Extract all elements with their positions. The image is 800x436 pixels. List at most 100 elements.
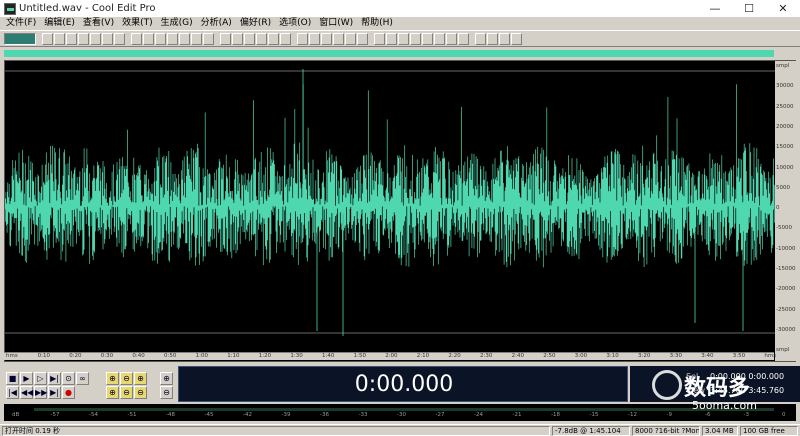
menu-analyze[interactable]: 分析(A) xyxy=(197,17,236,30)
menu-view[interactable]: 查看(V) xyxy=(79,17,118,30)
toolbar-button-10[interactable] xyxy=(155,32,166,45)
toolbar-button-20[interactable] xyxy=(280,32,291,45)
toolbar-button-21[interactable] xyxy=(297,32,308,45)
time-tick-label: 1:30 xyxy=(290,353,303,359)
toolbar-button-2[interactable] xyxy=(54,32,65,45)
waveform-view[interactable]: smpl 30000 25000 20000 15000 10000 5000 0 -5000 -… xyxy=(4,60,796,362)
toolbar-button-29[interactable] xyxy=(398,32,409,45)
multitrack-toggle-button[interactable] xyxy=(4,32,36,45)
close-button[interactable]: ✕ xyxy=(766,0,800,17)
menu-window[interactable]: 窗口(W) xyxy=(315,17,357,30)
level-meter-tick-label: -36 xyxy=(320,412,329,418)
minimize-button[interactable]: — xyxy=(698,0,732,17)
record-button[interactable]: ● xyxy=(62,386,75,399)
toolbar-button-11[interactable] xyxy=(167,32,178,45)
menu-file[interactable]: 文件(F) xyxy=(2,17,40,30)
time-tick-label: 1:50 xyxy=(353,353,366,359)
go-to-start-button[interactable]: |◀ xyxy=(6,386,19,399)
toolbar-button-36[interactable] xyxy=(487,32,498,45)
toolbar-button-19[interactable] xyxy=(268,32,279,45)
toolbar-button-3[interactable] xyxy=(66,32,77,45)
toolbar-button-6[interactable] xyxy=(102,32,113,45)
toolbar-button-33[interactable] xyxy=(446,32,457,45)
play-button[interactable]: ▶ xyxy=(20,372,33,385)
menu-options[interactable]: 选项(O) xyxy=(275,17,315,30)
amplitude-tick-label: smpl xyxy=(776,63,790,69)
toolbar-button-23[interactable] xyxy=(321,32,332,45)
toolbar-button-38[interactable] xyxy=(511,32,522,45)
menu-edit[interactable]: 编辑(E) xyxy=(40,17,79,30)
zoom-selection-button[interactable]: ⊕ xyxy=(160,372,173,385)
toolbar-button-28[interactable] xyxy=(386,32,397,45)
toolbar-button-16[interactable] xyxy=(232,32,243,45)
rewind-button[interactable]: ◀◀ xyxy=(20,386,33,399)
time-tick-label: 3:40 xyxy=(701,353,714,359)
toolbar-button-5[interactable] xyxy=(90,32,101,45)
zoom-out-horizontal-button[interactable]: ⊖ xyxy=(120,372,133,385)
toolbar-button-37[interactable] xyxy=(499,32,510,45)
menu-generate[interactable]: 生成(G) xyxy=(157,17,197,30)
stop-button[interactable]: ■ xyxy=(6,372,19,385)
toolbar-button-32[interactable] xyxy=(434,32,445,45)
toolbar-button-15[interactable] xyxy=(220,32,231,45)
toolbar-button-25[interactable] xyxy=(345,32,356,45)
current-time: 0:00.000 xyxy=(354,372,454,397)
time-ruler[interactable]: hms 0:10 0:20 0:30 0:40 0:50 1:00 1:10 1:20 1:30 1… xyxy=(4,352,776,360)
toolbar-button-13[interactable] xyxy=(191,32,202,45)
amplitude-tick-label: 20000 xyxy=(776,123,794,130)
level-meter-tick-label: -21 xyxy=(512,412,522,418)
toolbar-button-7[interactable] xyxy=(114,32,125,45)
play-to-end-button[interactable]: ▷ xyxy=(34,372,47,385)
level-meter-tick-label: dB xyxy=(12,412,20,418)
toolbar-button-31[interactable] xyxy=(422,32,433,45)
toolbar-button-35[interactable] xyxy=(475,32,486,45)
go-to-end-button[interactable]: ▶| xyxy=(48,386,61,399)
toolbar-button-18[interactable] xyxy=(256,32,267,45)
time-tick-label: 0:10 xyxy=(37,353,50,359)
fast-forward-button[interactable]: ▶▶ xyxy=(34,386,47,399)
maximize-button[interactable]: ☐ xyxy=(732,0,766,17)
level-meter-tick-label: -33 xyxy=(358,412,368,418)
toolbar-button-27[interactable] xyxy=(374,32,385,45)
zoom-in-vertical-button[interactable]: ⊖ xyxy=(160,386,173,399)
level-meter-tick-label: -24 xyxy=(474,412,483,418)
toolbar-button-30[interactable] xyxy=(410,32,421,45)
zoom-full-button[interactable]: ⊕ xyxy=(134,372,147,385)
time-tick-label: 2:20 xyxy=(448,353,461,359)
toolbar-button-22[interactable] xyxy=(309,32,320,45)
time-tick-label: 2:10 xyxy=(416,353,430,359)
time-tick-label: 0:50 xyxy=(164,353,177,359)
zoom-right-button[interactable]: ⊖ xyxy=(120,386,133,399)
amplitude-tick-label: -10000 xyxy=(776,245,796,252)
watermark-logo: 数码多 5ooma.com xyxy=(652,366,800,420)
toolbar-button-17[interactable] xyxy=(244,32,255,45)
menu-effects[interactable]: 效果(T) xyxy=(118,17,157,30)
menu-favorites[interactable]: 偏好(R) xyxy=(236,17,275,30)
toolbar-button-26[interactable] xyxy=(357,32,368,45)
toolbar-button-14[interactable] xyxy=(203,32,214,45)
waveform-canvas[interactable] xyxy=(5,61,775,361)
toolbar-button-8[interactable] xyxy=(131,32,142,45)
zoom-in-horizontal-button[interactable]: ⊕ xyxy=(106,372,119,385)
status-free-space: 100 GB free xyxy=(740,426,798,436)
level-meter-tick-label: -45 xyxy=(204,412,214,418)
toolbar-button-1[interactable] xyxy=(42,32,53,45)
pause-button[interactable]: ∞ xyxy=(76,372,89,385)
toolbar-button-34[interactable] xyxy=(458,32,469,45)
loop-button[interactable]: ⊙ xyxy=(62,372,75,385)
status-bar: 打开时间 0.19 秒 -7.8dB @ 1:45.104 8000 ?16-b… xyxy=(0,424,800,436)
overview-bar[interactable] xyxy=(4,50,774,57)
zoom-out-vertical-button[interactable]: ⊖ xyxy=(134,386,147,399)
level-meter-tick-label: -18 xyxy=(551,412,560,418)
toolbar-button-4[interactable] xyxy=(78,32,89,45)
menu-help[interactable]: 帮助(H) xyxy=(357,17,397,30)
play-loop-button[interactable]: ▶| xyxy=(48,372,61,385)
watermark-url: 5ooma.com xyxy=(692,399,757,412)
toolbar-button-24[interactable] xyxy=(333,32,344,45)
time-tick-label: 2:40 xyxy=(511,353,524,359)
time-display: 0:00.000 xyxy=(178,366,628,402)
level-meter-tick-label: -39 xyxy=(281,412,291,418)
toolbar-button-12[interactable] xyxy=(179,32,190,45)
toolbar-button-9[interactable] xyxy=(143,32,154,45)
zoom-left-button[interactable]: ⊕ xyxy=(106,386,119,399)
